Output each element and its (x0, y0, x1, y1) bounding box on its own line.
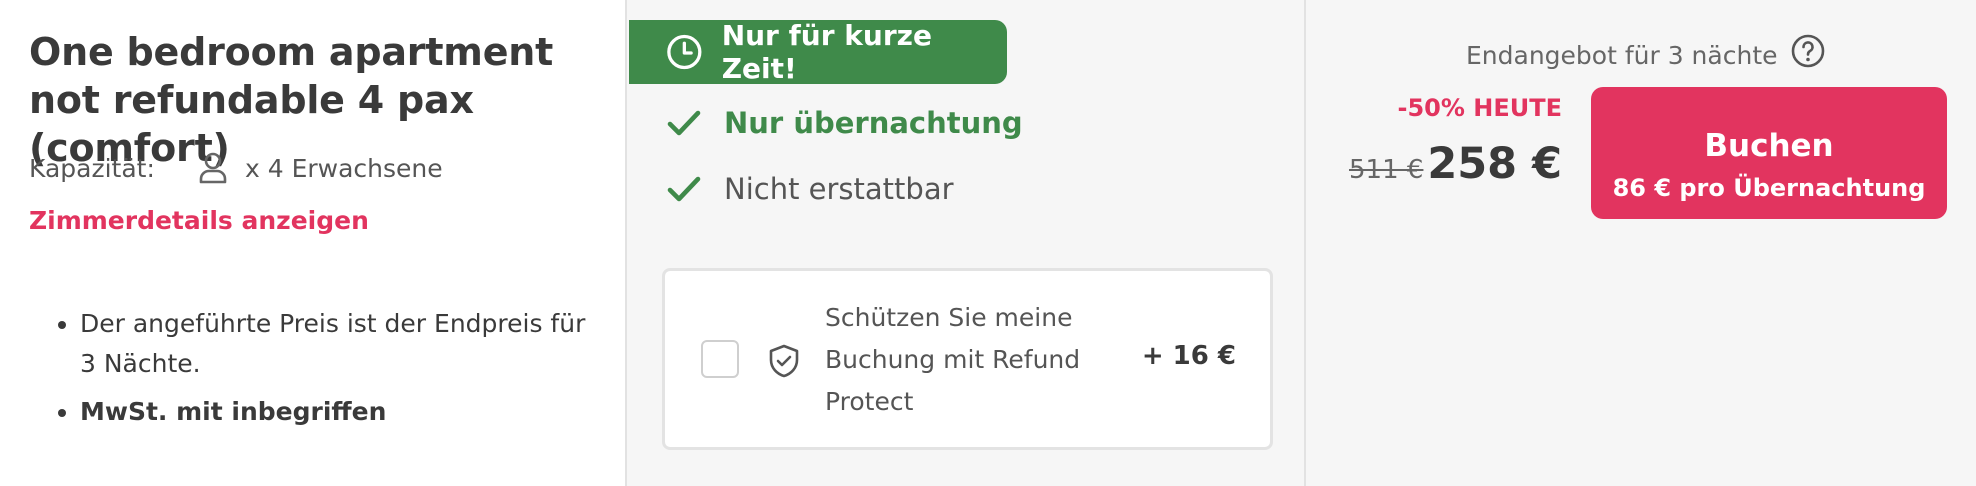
final-offer-line: Endangebot für 3 nächte (1466, 33, 1826, 75)
discount-badge: -50% HEUTE (1397, 94, 1563, 122)
person-icon (199, 152, 227, 184)
check-icon (667, 110, 701, 136)
feature-label: Nicht erstattbar (724, 172, 954, 206)
clock-icon (667, 34, 702, 70)
per-night-price: 86 € pro Übernachtung (1612, 174, 1926, 202)
price-notes-list: Der angeführte Preis ist der Endpreis fü… (50, 304, 590, 440)
check-icon (667, 176, 701, 202)
final-offer-label: Endangebot für 3 nächte (1466, 40, 1778, 70)
capacity-row: Kapazität: x 4 Erwachsene (29, 150, 443, 186)
original-price: 511 € (1349, 155, 1424, 185)
list-item: MwSt. mit inbegriffen (80, 392, 590, 432)
capacity-label: Kapazität: (29, 153, 155, 183)
book-button[interactable]: Buchen 86 € pro Übernachtung (1591, 87, 1947, 219)
feature-non-refundable: Nicht erstattbar (666, 167, 954, 211)
feature-label: Nur übernachtung (724, 106, 1023, 140)
shield-check-icon (769, 344, 799, 378)
refund-protect-option[interactable]: Schützen Sie meine Buchung mit Refund Pr… (662, 268, 1273, 450)
promo-badge-label: Nur für kurze Zeit! (721, 19, 932, 85)
refund-protect-checkbox[interactable] (701, 340, 739, 378)
current-price: 258 € (1427, 139, 1562, 189)
feature-room-only: Nur übernachtung (666, 101, 1023, 145)
refund-protect-price: + 16 € (1141, 341, 1236, 371)
refund-protect-text: Schützen Sie meine Buchung mit Refund Pr… (825, 303, 1081, 416)
help-circle-icon[interactable] (1790, 33, 1826, 69)
list-item: Der angeführte Preis ist der Endpreis fü… (80, 304, 590, 384)
capacity-value: x 4 Erwachsene (245, 153, 443, 183)
promo-badge: Nur für kurze Zeit! (629, 19, 1007, 85)
room-details-link[interactable]: Zimmerdetails anzeigen (29, 206, 369, 235)
book-button-label: Buchen (1704, 128, 1834, 164)
